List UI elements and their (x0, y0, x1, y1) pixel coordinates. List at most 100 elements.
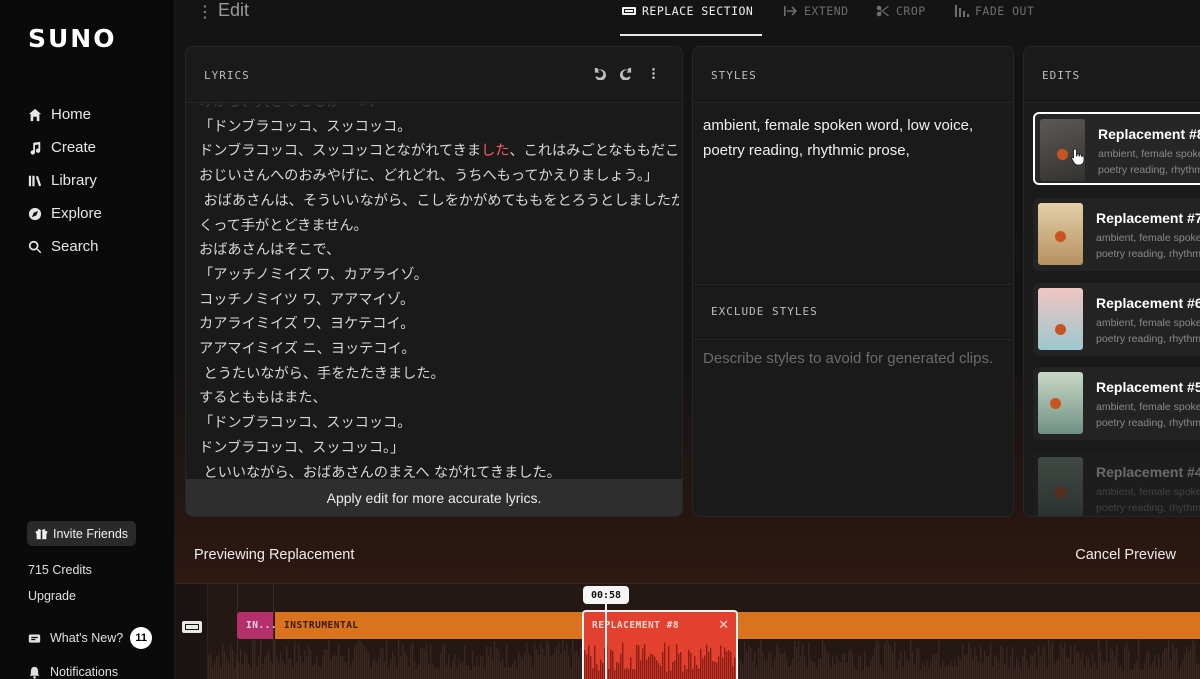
sidebar-item-library[interactable]: Library (28, 164, 102, 197)
lyrics-line: くって手がとどきません。 (199, 217, 368, 234)
edit-item-replacement-5[interactable]: Replacement #5 ambient, female spoken po… (1033, 367, 1200, 440)
whats-new-link[interactable]: What's New? 11 (28, 627, 153, 649)
thumbnail-orb (1055, 324, 1066, 335)
edit-desc-line: ambient, female spoken (1096, 317, 1200, 329)
sidebar-item-label: Explore (51, 205, 102, 222)
edit-item-replacement-7[interactable]: Replacement #7 ambient, female spoken po… (1033, 198, 1200, 271)
lyrics-line: ドンブラコッコ、スッコッコとながれてきました、これはみごとなももだこと。 (199, 143, 679, 160)
more-vertical-icon[interactable] (647, 67, 660, 80)
edit-desc-line: poetry reading, rhythmic (1096, 417, 1200, 429)
redo-icon[interactable] (620, 67, 633, 80)
lyrics-line: カアライミイズ ワ、ヨケテコイ。 (199, 316, 415, 333)
whats-new-badge: 11 (130, 627, 153, 649)
lyrics-line: 「ドンブラコッコ、スッコッコ。 (199, 118, 412, 135)
credits-count: 715 Credits (28, 563, 92, 577)
edit-description: ambient, female spoken poetry reading, r… (1096, 484, 1200, 516)
thumbnail-orb (1050, 398, 1061, 409)
preview-status: Previewing Replacement (194, 547, 355, 563)
edits-title: EDITS (1042, 69, 1081, 82)
lyrics-editor[interactable]: みから、大きなももが一つ、「ドンブラコッコ、スッコッコ。ドンブラコッコ、スッコッ… (199, 90, 679, 482)
styles-input[interactable]: ambient, female spoken word, low voice, … (703, 113, 1003, 163)
lyrics-line: 「ドンブラコッコ、スッコッコ。 (199, 415, 412, 432)
notifications-link[interactable]: Notifications (28, 665, 118, 679)
scissors-icon (876, 5, 889, 17)
exclude-styles-input[interactable]: Describe styles to avoid for generated c… (703, 346, 998, 371)
compass-icon (28, 207, 42, 220)
lyrics-line: おばあさんは、そういいながら、こしをかがめてももをとろうとしましたが、とお (199, 192, 680, 209)
lyrics-line: コッチノミイツ ワ、アアマイゾ。 (199, 291, 415, 308)
lyrics-highlight: した (481, 143, 510, 160)
edit-description: ambient, female spoken poetry reading, r… (1096, 399, 1200, 431)
playhead-time: 00:58 (583, 586, 629, 604)
suno-logo[interactable]: SUNO (28, 24, 116, 53)
edit-thumbnail (1038, 372, 1083, 434)
tab-replace-section[interactable]: REPLACE SECTION (622, 4, 753, 18)
tab-extend[interactable]: EXTEND (784, 4, 849, 18)
edit-desc-line: ambient, female spoken (1096, 232, 1200, 244)
more-options-icon[interactable]: ⋮ (197, 2, 213, 22)
tab-fade-out[interactable]: FADE OUT (955, 4, 1034, 18)
edit-description: ambient, female spoken poetry reading, r… (1096, 315, 1200, 347)
segment-intro[interactable]: IN... (237, 612, 277, 639)
tab-label: FADE OUT (975, 4, 1035, 18)
timeline[interactable]: IN... INSTRUMENTAL REPLACEMENT #8 ✕ (175, 583, 1200, 679)
edit-desc-line: poetry reading, rhythmic (1096, 502, 1200, 514)
lyrics-actions (593, 67, 660, 80)
tab-label: REPLACE SECTION (642, 4, 754, 18)
styles-title: STYLES (711, 69, 757, 82)
sidebar-item-home[interactable]: Home (28, 98, 102, 131)
edit-desc-line: poetry reading, rhythmic (1096, 248, 1200, 260)
playhead[interactable] (605, 595, 607, 679)
thumbnail-orb (1057, 149, 1068, 160)
close-icon[interactable]: ✕ (718, 617, 729, 633)
edit-name: Replacement #8 (1098, 126, 1200, 142)
timeline-gutter (175, 584, 208, 679)
lyrics-fade (186, 103, 682, 117)
search-icon (28, 240, 42, 253)
sidebar-item-create[interactable]: Create (28, 131, 102, 164)
notifications-label: Notifications (50, 665, 119, 679)
gift-icon (35, 529, 48, 540)
lyrics-line: とうたいながら、手をたたきました。 (199, 365, 445, 382)
tab-crop[interactable]: CROP (876, 4, 926, 18)
invite-friends-button[interactable]: Invite Friends (27, 521, 137, 546)
replace-section-icon (622, 7, 636, 15)
lyrics-panel: みから、大きなももが一つ、「ドンブラコッコ、スッコッコ。ドンブラコッコ、スッコッ… (185, 46, 683, 517)
edits-panel: EDITS Replacement #8 ambient, female spo… (1023, 46, 1200, 517)
editor-toolbar: ⋮ Edit REPLACE SECTION EXTEND CROP FADE … (175, 0, 1200, 38)
edit-thumbnail (1038, 457, 1083, 516)
sidebar-item-explore[interactable]: Explore (28, 197, 102, 230)
library-icon (28, 175, 42, 186)
edit-item-replacement-4[interactable]: Replacement #4 ambient, female spoken po… (1033, 452, 1200, 516)
edit-desc-line: ambient, female spoken (1096, 486, 1200, 498)
styles-panel: STYLES ambient, female spoken word, low … (692, 46, 1014, 517)
tab-label: EXTEND (804, 4, 849, 18)
edit-item-replacement-8[interactable]: Replacement #8 ambient, female spoken po… (1033, 112, 1200, 185)
tab-label: CROP (896, 4, 926, 18)
fade-out-icon (955, 5, 969, 17)
active-tab-indicator (620, 34, 762, 36)
upgrade-link[interactable]: Upgrade (28, 589, 76, 603)
edit-desc-line: ambient, female spoken (1096, 401, 1200, 413)
edit-desc-line: ambient, female spoken (1098, 148, 1200, 160)
undo-icon[interactable] (593, 67, 606, 80)
editor-main: ⋮ Edit REPLACE SECTION EXTEND CROP FADE … (175, 0, 1200, 679)
lyrics-header: LYRICS (186, 47, 682, 103)
sidebar-item-label: Library (51, 172, 97, 189)
edit-desc-line: poetry reading, rhythmic (1098, 164, 1200, 176)
lyrics-title: LYRICS (204, 69, 250, 82)
cancel-preview-button[interactable]: Cancel Preview (1075, 547, 1176, 563)
sidebar-item-search[interactable]: Search (28, 230, 102, 263)
lyrics-line: 「アッチノミイズ ワ、カアライゾ。 (199, 266, 428, 283)
thumbnail-orb (1055, 231, 1066, 242)
lyrics-line: アアマイミイズ ニ、ヨッテコイ。 (199, 341, 416, 358)
edit-name: Replacement #7 (1096, 210, 1200, 226)
edit-thumbnail (1038, 288, 1083, 350)
sidebar: SUNO Home Create Library Explore Search (0, 0, 175, 679)
apply-edit-notice: Apply edit for more accurate lyrics. (186, 479, 682, 516)
megaphone-icon (28, 633, 41, 643)
edit-description: ambient, female spoken poetry reading, r… (1096, 230, 1200, 262)
edit-item-replacement-6[interactable]: Replacement #6 ambient, female spoken po… (1033, 283, 1200, 356)
lyrics-line: するとももはまた、 (199, 390, 327, 407)
styles-header: STYLES (693, 47, 1013, 103)
